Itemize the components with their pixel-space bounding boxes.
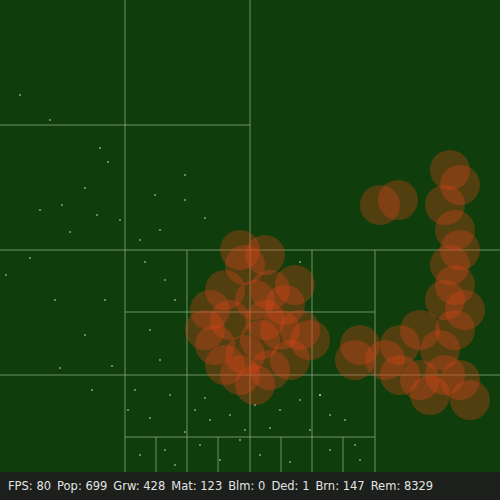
particle	[127, 409, 129, 411]
particle	[299, 399, 301, 401]
particle	[29, 257, 31, 259]
quadtree-line	[343, 437, 344, 472]
quadtree-line	[218, 437, 219, 472]
particle	[164, 449, 166, 451]
particle	[154, 194, 156, 196]
particle	[329, 449, 331, 451]
particle	[149, 417, 151, 419]
status-item: Blm: 0	[228, 479, 265, 493]
bloom-blob	[275, 265, 315, 305]
particle	[259, 454, 261, 456]
quadtree-line	[281, 437, 282, 472]
particle	[134, 389, 136, 391]
particle	[239, 439, 241, 441]
quadtree-line	[125, 437, 250, 438]
status-item: Pop: 699	[57, 479, 107, 493]
particle	[354, 444, 356, 446]
bloom-blob	[270, 340, 310, 380]
particle	[319, 394, 321, 396]
status-bar: FPS: 80 Pop: 699 Grw: 428 Mat: 123 Blm: 0 Ded…	[0, 472, 500, 500]
particle	[319, 394, 321, 396]
particle	[54, 299, 56, 301]
particle	[359, 459, 361, 461]
particle	[174, 299, 176, 301]
particle	[149, 329, 151, 331]
bloom-blob	[410, 375, 450, 415]
particle	[209, 419, 211, 421]
particle	[91, 389, 93, 391]
particle	[204, 217, 206, 219]
particle	[244, 429, 246, 431]
bloom-blob	[378, 180, 418, 220]
particle	[174, 464, 176, 466]
status-item: Rem: 8329	[371, 479, 434, 493]
bloom-blob	[205, 345, 245, 385]
particle	[289, 461, 291, 463]
status-item: Ded: 1	[271, 479, 309, 493]
bloom-blob	[245, 300, 285, 340]
particle	[19, 94, 21, 96]
particle	[139, 454, 141, 456]
particle	[96, 214, 98, 216]
particle	[111, 365, 113, 367]
particle	[169, 394, 171, 396]
particle	[184, 199, 186, 201]
simulation-screen: FPS: 80 Pop: 699 Grw: 428 Mat: 123 Blm: 0 Ded…	[0, 0, 500, 500]
bloom-blob	[335, 340, 375, 380]
quadtree-line	[250, 437, 375, 438]
particle	[39, 209, 41, 211]
quadtree-line	[187, 250, 188, 472]
particle	[99, 147, 101, 149]
particle	[107, 161, 109, 163]
particle	[194, 409, 196, 411]
bloom-blob	[450, 380, 490, 420]
particle	[309, 429, 311, 431]
particle	[61, 204, 63, 206]
particle	[104, 299, 106, 301]
particle	[219, 459, 221, 461]
particle	[59, 367, 61, 369]
particle	[164, 279, 166, 281]
particle	[344, 419, 346, 421]
particle	[84, 187, 86, 189]
particle	[119, 219, 121, 221]
status-item: FPS: 80	[8, 479, 51, 493]
particle	[5, 274, 7, 276]
particle	[299, 261, 301, 263]
particle	[199, 444, 201, 446]
particle	[49, 119, 51, 121]
particle	[184, 174, 186, 176]
quadtree-line	[125, 0, 126, 472]
particle	[139, 239, 141, 241]
particle	[184, 431, 186, 433]
status-item: Grw: 428	[113, 479, 165, 493]
particle	[84, 334, 86, 336]
simulation-canvas	[0, 0, 500, 472]
quadtree-line	[156, 437, 157, 472]
status-item: Mat: 123	[171, 479, 222, 493]
particle	[204, 397, 206, 399]
particle	[229, 414, 231, 416]
particle	[144, 261, 146, 263]
bloom-blob	[245, 235, 285, 275]
quadtree-line	[0, 125, 250, 126]
particle	[159, 229, 161, 231]
status-item: Brn: 147	[315, 479, 364, 493]
particle	[279, 409, 281, 411]
particle	[269, 427, 271, 429]
particle	[159, 359, 161, 361]
particle	[69, 231, 71, 233]
particle	[329, 414, 331, 416]
